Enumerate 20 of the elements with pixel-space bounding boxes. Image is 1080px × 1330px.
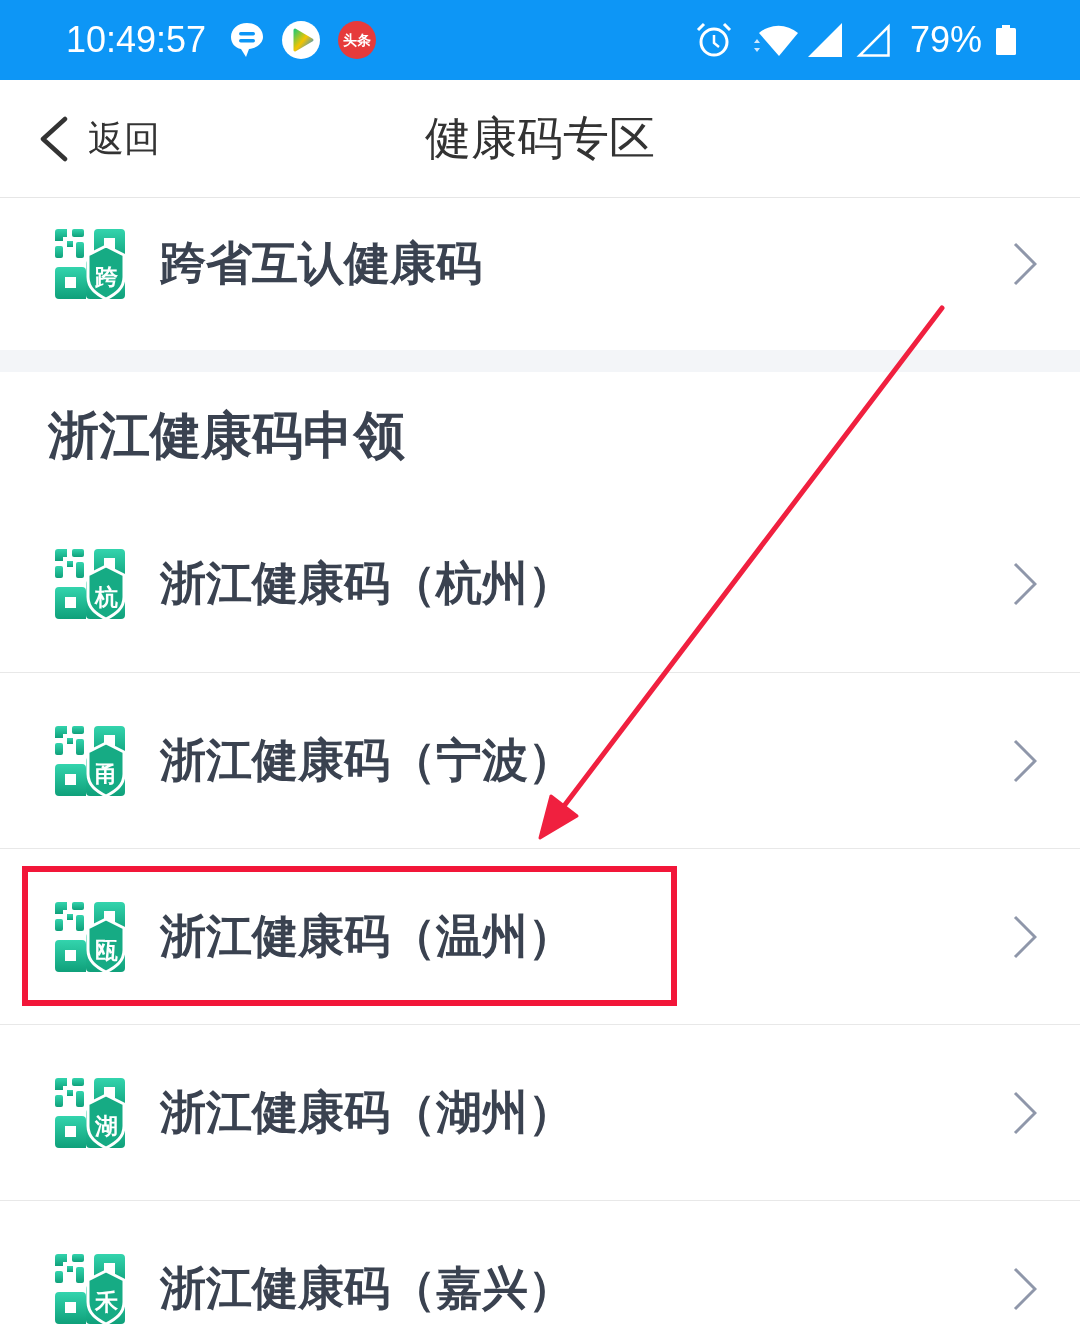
back-button[interactable]: 返回 [0,115,168,162]
chevron-right-icon [1013,1266,1037,1311]
wifi-icon [751,23,798,57]
signal-icon [855,23,890,57]
battery-icon [996,25,1016,55]
battery-percentage: 79% [909,22,982,58]
status-time: 10:49:57 [66,22,207,58]
signal-icon [807,23,842,57]
chevron-right-icon [1013,562,1037,606]
chevron-right-icon [1013,738,1037,783]
page-title: 健康码专区 [425,110,655,167]
chevron-left-icon [38,115,68,162]
section-heading: 浙江健康码申领 [47,405,406,468]
chat-bubble-icon [230,22,265,58]
play-icon [282,21,321,59]
chevron-right-icon [1013,242,1037,286]
chevron-right-icon [1013,1090,1037,1135]
news-app-icon: 头条 [338,21,377,59]
chevron-right-icon [1013,914,1037,959]
alarm-clock-icon [695,22,732,58]
